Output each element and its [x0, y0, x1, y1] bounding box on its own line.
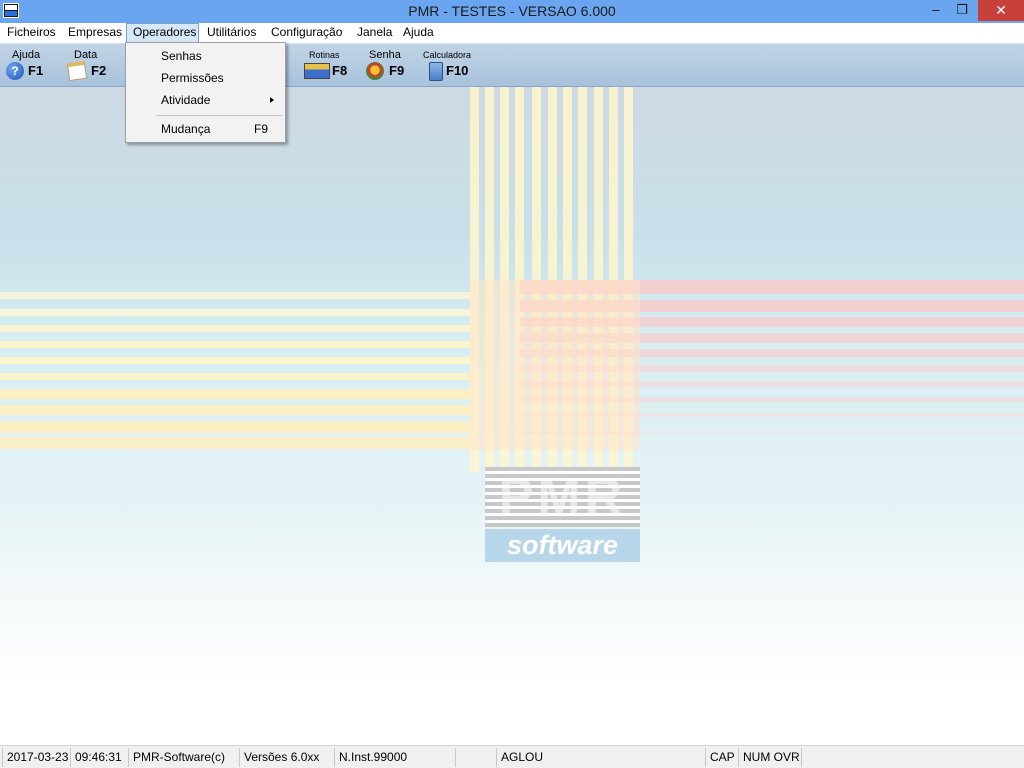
menu-utilitarios[interactable]: Utilitários	[201, 23, 262, 43]
menu-item-label: Mudança	[161, 122, 211, 136]
menu-empresas[interactable]: Empresas	[62, 23, 128, 43]
menu-separator	[156, 115, 282, 116]
menu-ficheiros[interactable]: Ficheiros	[1, 23, 62, 43]
toolbar-routines-button[interactable]: Rotinas F8	[302, 46, 352, 84]
menu-janela[interactable]: Janela	[351, 23, 398, 43]
toolbar-date-key: F2	[91, 63, 107, 78]
toolbar-calculator-button[interactable]: Calculadora F10	[420, 46, 472, 84]
menu-item-shortcut: F9	[254, 122, 269, 136]
menu-bar: Ficheiros Empresas Operadores Utilitário…	[0, 23, 1024, 43]
menu-ajuda[interactable]: Ajuda	[397, 23, 440, 43]
mdi-desktop: PMR software	[0, 87, 1024, 745]
toolbar-date-label: Data	[74, 49, 98, 61]
toolbar-password-label: Senha	[369, 49, 401, 61]
bg-stripe	[0, 292, 470, 299]
bg-stripe	[0, 437, 470, 449]
minimize-button[interactable]: –	[922, 0, 950, 21]
bg-stripe	[0, 389, 470, 399]
toolbar-calculator-key: F10	[446, 63, 469, 78]
submenu-arrow-icon	[270, 97, 274, 103]
bg-stripe	[470, 280, 640, 450]
toolbar-date-button[interactable]: Data F2	[64, 46, 110, 84]
toolbar-routines-label: Rotinas	[309, 50, 340, 60]
bg-stripe	[0, 421, 470, 433]
restore-button[interactable]: ❐	[948, 0, 976, 21]
menu-item-atividade[interactable]: Atividade	[127, 89, 284, 111]
menu-item-permissoes[interactable]: Permissões	[127, 67, 284, 89]
bg-stripe	[0, 325, 470, 332]
toolbar-password-button[interactable]: Senha F9	[363, 46, 407, 84]
close-button[interactable]: ✕	[978, 0, 1024, 21]
menu-configuracao[interactable]: Configuração	[265, 23, 348, 43]
window-title: PMR - TESTES - VERSAO 6.000	[408, 3, 616, 19]
menu-item-label: Atividade	[161, 93, 211, 107]
status-time: 09:46:31	[70, 748, 126, 767]
routines-icon	[304, 63, 330, 79]
bg-stripe	[0, 341, 470, 348]
status-empty	[455, 748, 495, 767]
password-icon	[366, 62, 384, 80]
menu-item-label: Senhas	[161, 49, 202, 63]
help-icon: ?	[6, 62, 24, 80]
status-date: 2017-03-23	[2, 748, 70, 767]
toolbar-help-button[interactable]: Ajuda ? F1	[4, 46, 48, 84]
logo-tagline: software	[485, 529, 640, 562]
operadores-dropdown: Senhas Permissões Atividade Mudança F9	[125, 42, 286, 143]
toolbar-help-label: Ajuda	[12, 49, 41, 61]
pmr-software-logo: PMR software	[485, 467, 640, 562]
menu-operadores[interactable]: Operadores	[126, 23, 199, 43]
bg-stripe	[0, 405, 470, 415]
status-cap: CAP	[705, 748, 737, 767]
toolbar-password-key: F9	[389, 63, 405, 78]
toolbar-help-key: F1	[28, 63, 44, 78]
status-version: Versões 6.0xx	[239, 748, 333, 767]
status-user: AGLOU	[496, 748, 704, 767]
logo-wordmark: PMR	[498, 468, 627, 526]
menu-item-mudanca[interactable]: Mudança F9	[127, 118, 284, 140]
calculator-icon	[429, 62, 443, 81]
status-company: PMR-Software(c)	[128, 748, 238, 767]
status-num-ovr: NUM OVR	[738, 748, 800, 767]
status-install: N.Inst.99000	[334, 748, 454, 767]
bg-stripe	[0, 373, 470, 380]
toolbar-calculator-label: Calculadora	[423, 50, 472, 60]
menu-item-label: Permissões	[161, 71, 224, 85]
title-bar: PMR - TESTES - VERSAO 6.000 – ❐ ✕	[0, 0, 1024, 23]
status-spare	[801, 748, 1022, 767]
calendar-icon	[66, 60, 88, 82]
bg-stripe	[0, 309, 470, 316]
menu-item-senhas[interactable]: Senhas	[127, 45, 284, 67]
toolbar-routines-key: F8	[332, 63, 348, 78]
bg-stripe	[0, 357, 470, 364]
status-bar: 2017-03-23 09:46:31 PMR-Software(c) Vers…	[0, 745, 1024, 768]
